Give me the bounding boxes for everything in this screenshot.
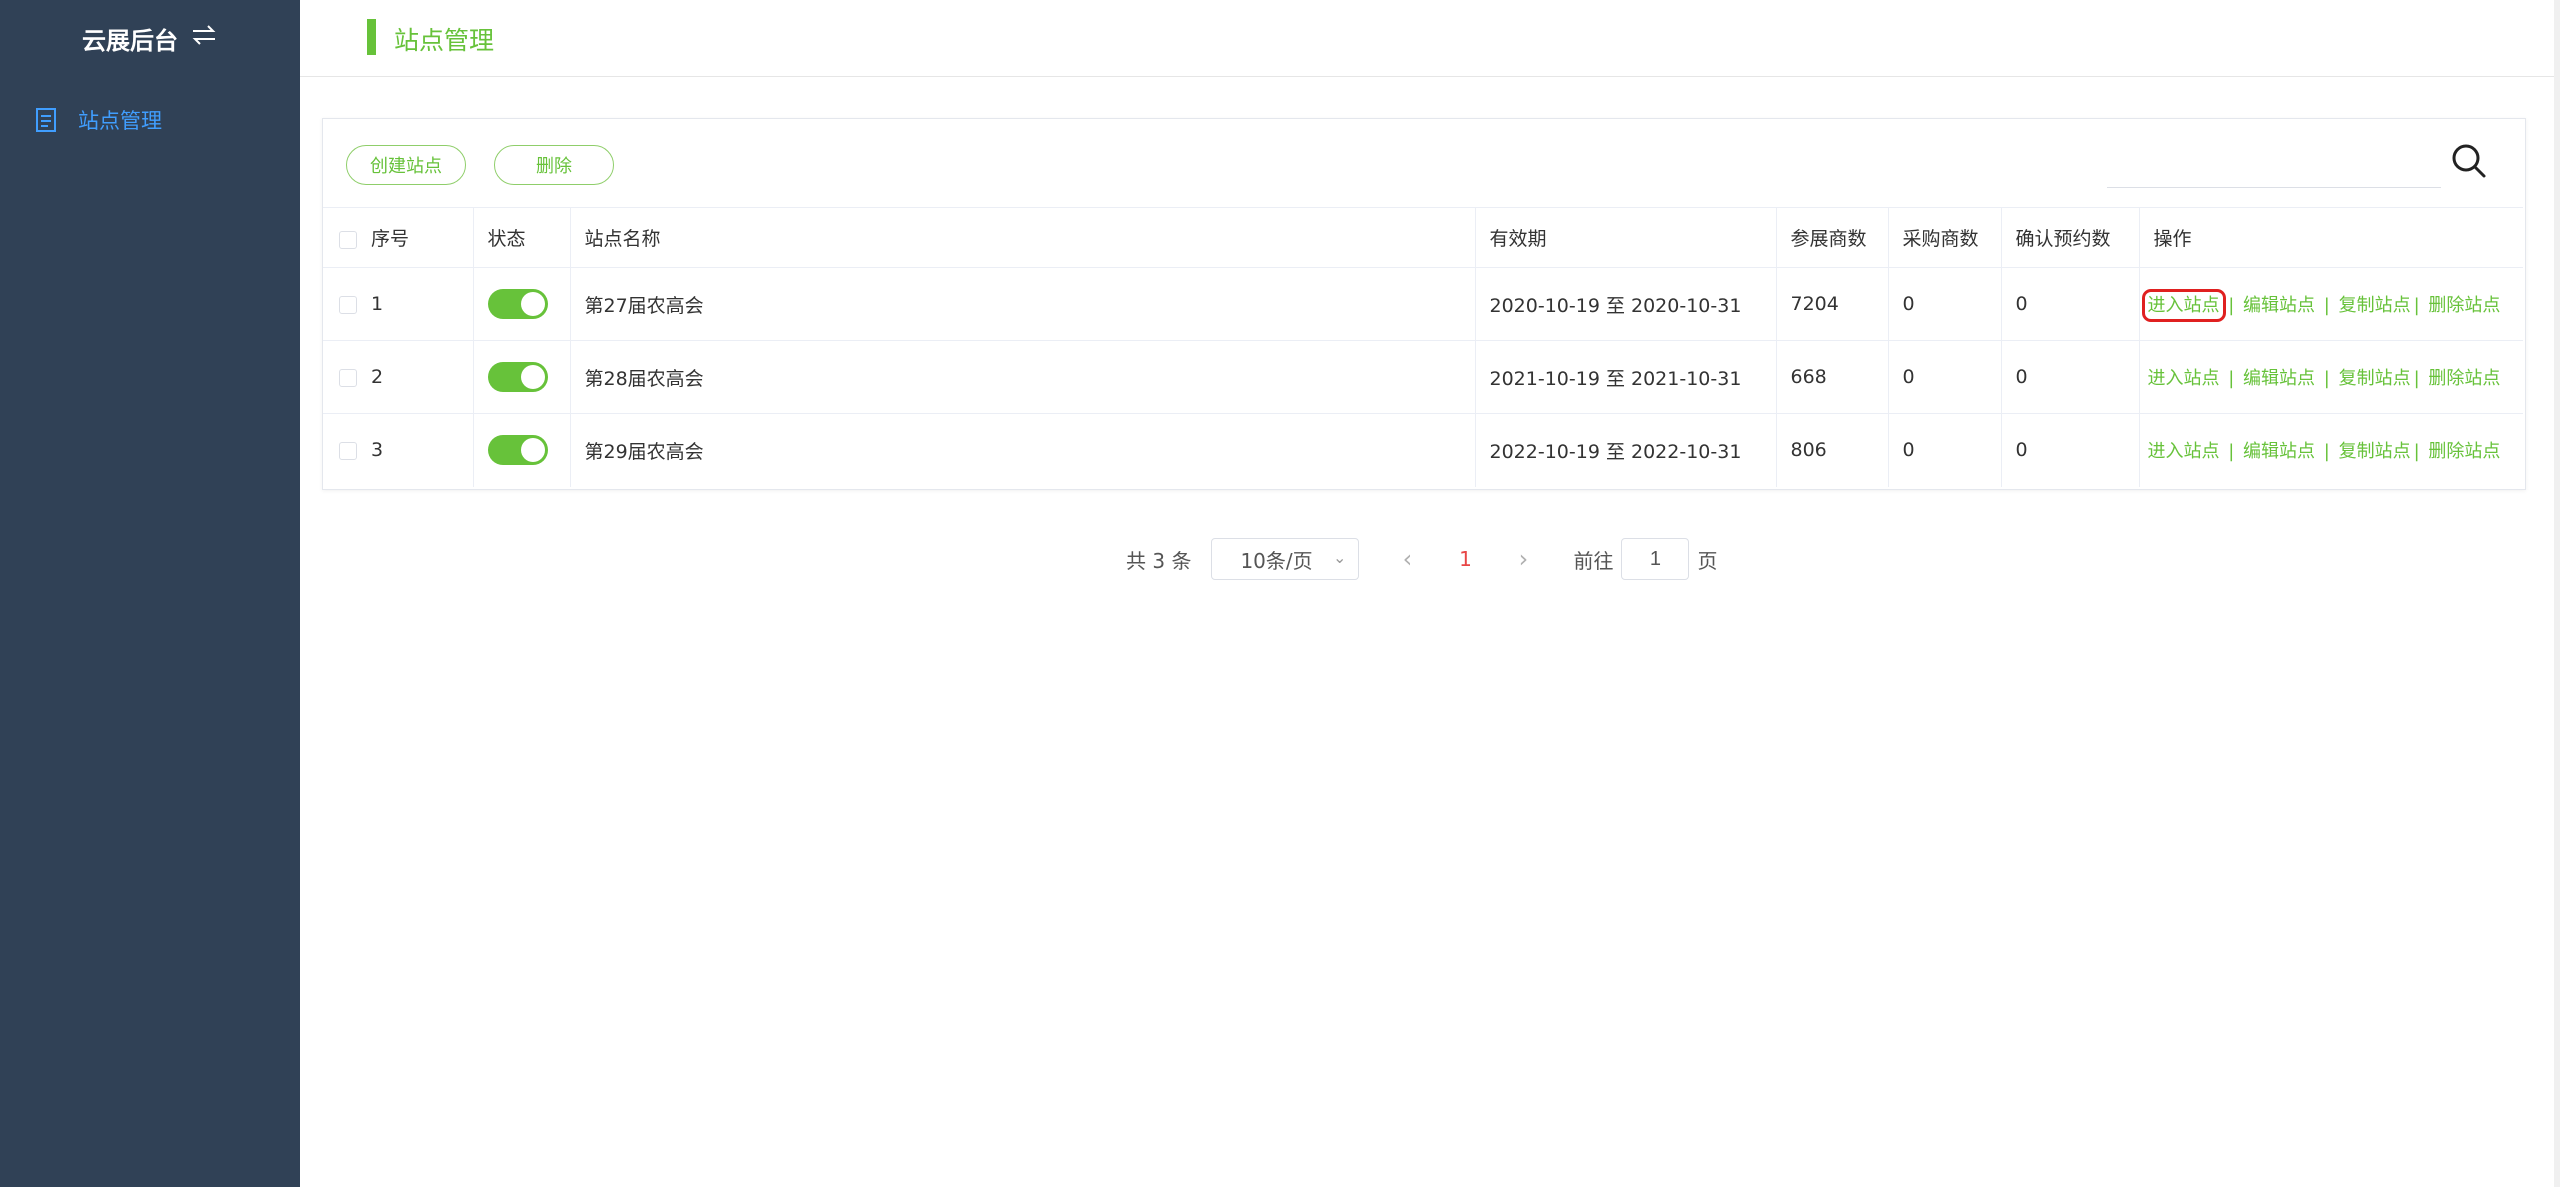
site-period: 2021-10-19 至 2021-10-31 bbox=[1489, 367, 1742, 390]
edit-site-link[interactable]: 编辑站点 bbox=[2243, 295, 2315, 316]
site-period: 2020-10-19 至 2020-10-31 bbox=[1489, 294, 1742, 317]
prev-page-icon[interactable]: ‹ bbox=[1387, 545, 1427, 573]
row-actions: 进入站点 | 编辑站点 | 复制站点 | 删除站点 bbox=[2147, 368, 2501, 389]
table-row: 1 第27届农高会 2020-10-19 至 2020-10-31 7204 0… bbox=[323, 267, 2523, 341]
delete-site-link[interactable]: 删除站点 bbox=[2428, 368, 2500, 389]
search-icon[interactable] bbox=[2449, 141, 2489, 181]
delete-button[interactable]: 删除 bbox=[494, 145, 614, 185]
brand: 云展后台 bbox=[0, 18, 300, 58]
site-name: 第28届农高会 bbox=[584, 367, 704, 390]
status-toggle[interactable] bbox=[487, 362, 548, 392]
page-number-current[interactable]: 1 bbox=[1445, 547, 1485, 571]
enter-site-link[interactable]: 进入站点 bbox=[2148, 368, 2220, 389]
title-accent-bar bbox=[367, 19, 376, 55]
edit-site-link[interactable]: 编辑站点 bbox=[2243, 368, 2315, 389]
scrollbar[interactable] bbox=[2554, 0, 2560, 1187]
exhibitor-count: 7204 bbox=[1790, 293, 1839, 315]
sidebar-item-site-management[interactable]: 站点管理 bbox=[0, 96, 300, 144]
page-jump-input[interactable] bbox=[1621, 538, 1690, 580]
chevron-down-icon: ⌄ bbox=[1333, 548, 1347, 567]
appointment-count: 0 bbox=[2015, 293, 2028, 315]
row-actions: 进入站点 | 编辑站点 | 复制站点 | 删除站点 bbox=[2147, 441, 2501, 463]
row-checkbox[interactable] bbox=[339, 368, 357, 387]
sidebar-item-label: 站点管理 bbox=[78, 109, 162, 133]
search-input[interactable] bbox=[2107, 155, 2441, 188]
edit-site-link[interactable]: 编辑站点 bbox=[2243, 441, 2315, 462]
table-row: 2 第28届农高会 2021-10-19 至 2021-10-31 668 0 … bbox=[323, 340, 2523, 414]
page-size-select[interactable]: 10条/页 ⌄ bbox=[1211, 538, 1360, 580]
row-index: 1 bbox=[371, 293, 384, 315]
exhibitor-count: 668 bbox=[1790, 366, 1827, 388]
appointment-count: 0 bbox=[2015, 439, 2028, 462]
delete-site-link[interactable]: 删除站点 bbox=[2428, 441, 2500, 462]
row-index: 3 bbox=[371, 439, 384, 462]
status-toggle[interactable] bbox=[487, 435, 548, 466]
site-name: 第29届农高会 bbox=[584, 440, 704, 463]
col-header-exhibitors: 参展商数 bbox=[1776, 207, 1889, 268]
table-header-row: 序号 状态 站点名称 有效期 参展商数 采购商数 确认预约数 操作 bbox=[323, 207, 2523, 268]
site-period: 2022-10-19 至 2022-10-31 bbox=[1489, 440, 1742, 463]
page-title: 站点管理 bbox=[394, 26, 495, 55]
site-table: 序号 状态 站点名称 有效期 参展商数 采购商数 确认预约数 操作 1 第27届… bbox=[323, 207, 2523, 487]
col-header-appointments: 确认预约数 bbox=[2001, 207, 2140, 268]
page-header: 站点管理 bbox=[300, 0, 2556, 77]
delete-site-link[interactable]: 删除站点 bbox=[2428, 295, 2500, 316]
row-index: 2 bbox=[371, 366, 384, 388]
row-actions: 进入站点 | 编辑站点 | 复制站点 | 删除站点 bbox=[2141, 289, 2501, 322]
buyer-count: 0 bbox=[1902, 293, 1915, 315]
col-header-name: 站点名称 bbox=[570, 207, 1476, 268]
goto-label: 前往 bbox=[1573, 548, 1614, 573]
col-header-actions: 操作 bbox=[2139, 207, 2523, 268]
col-header-status: 状态 bbox=[473, 207, 571, 268]
next-page-icon[interactable]: › bbox=[1503, 545, 1543, 573]
site-name: 第27届农高会 bbox=[584, 294, 704, 317]
col-header-index: 序号 bbox=[323, 207, 474, 268]
copy-site-link[interactable]: 复制站点 bbox=[2339, 295, 2411, 316]
exhibitor-count: 806 bbox=[1790, 439, 1827, 462]
pagination: 共 3 条 10条/页 ⌄ ‹ 1 › 前往 页 bbox=[1126, 537, 1717, 581]
status-toggle[interactable] bbox=[487, 289, 548, 319]
total-count: 共 3 条 bbox=[1126, 548, 1192, 573]
copy-site-link[interactable]: 复制站点 bbox=[2339, 441, 2411, 462]
swap-icon[interactable] bbox=[190, 23, 218, 54]
buyer-count: 0 bbox=[1902, 439, 1915, 462]
col-header-buyers: 采购商数 bbox=[1888, 207, 2002, 268]
document-icon bbox=[36, 108, 56, 132]
buyer-count: 0 bbox=[1902, 366, 1915, 388]
enter-site-link[interactable]: 进入站点 bbox=[2148, 441, 2220, 462]
create-site-button[interactable]: 创建站点 bbox=[346, 145, 466, 185]
table-row: 3 第29届农高会 2022-10-19 至 2022-10-31 806 0 … bbox=[323, 413, 2523, 487]
select-all-checkbox[interactable] bbox=[339, 230, 357, 249]
appointment-count: 0 bbox=[2015, 366, 2028, 388]
row-checkbox[interactable] bbox=[339, 441, 357, 460]
enter-site-link[interactable]: 进入站点 bbox=[2141, 289, 2226, 322]
col-header-period: 有效期 bbox=[1475, 207, 1777, 268]
site-list-card: 创建站点 删除 序号 状态 站点名称 有效期 参展商数 采购商数 确认预约数 操… bbox=[322, 118, 2526, 490]
sidebar: 云展后台 站点管理 bbox=[0, 0, 300, 1187]
brand-title: 云展后台 bbox=[82, 26, 178, 55]
copy-site-link[interactable]: 复制站点 bbox=[2339, 368, 2411, 389]
row-checkbox[interactable] bbox=[339, 295, 357, 314]
page-unit-label: 页 bbox=[1697, 548, 1718, 573]
